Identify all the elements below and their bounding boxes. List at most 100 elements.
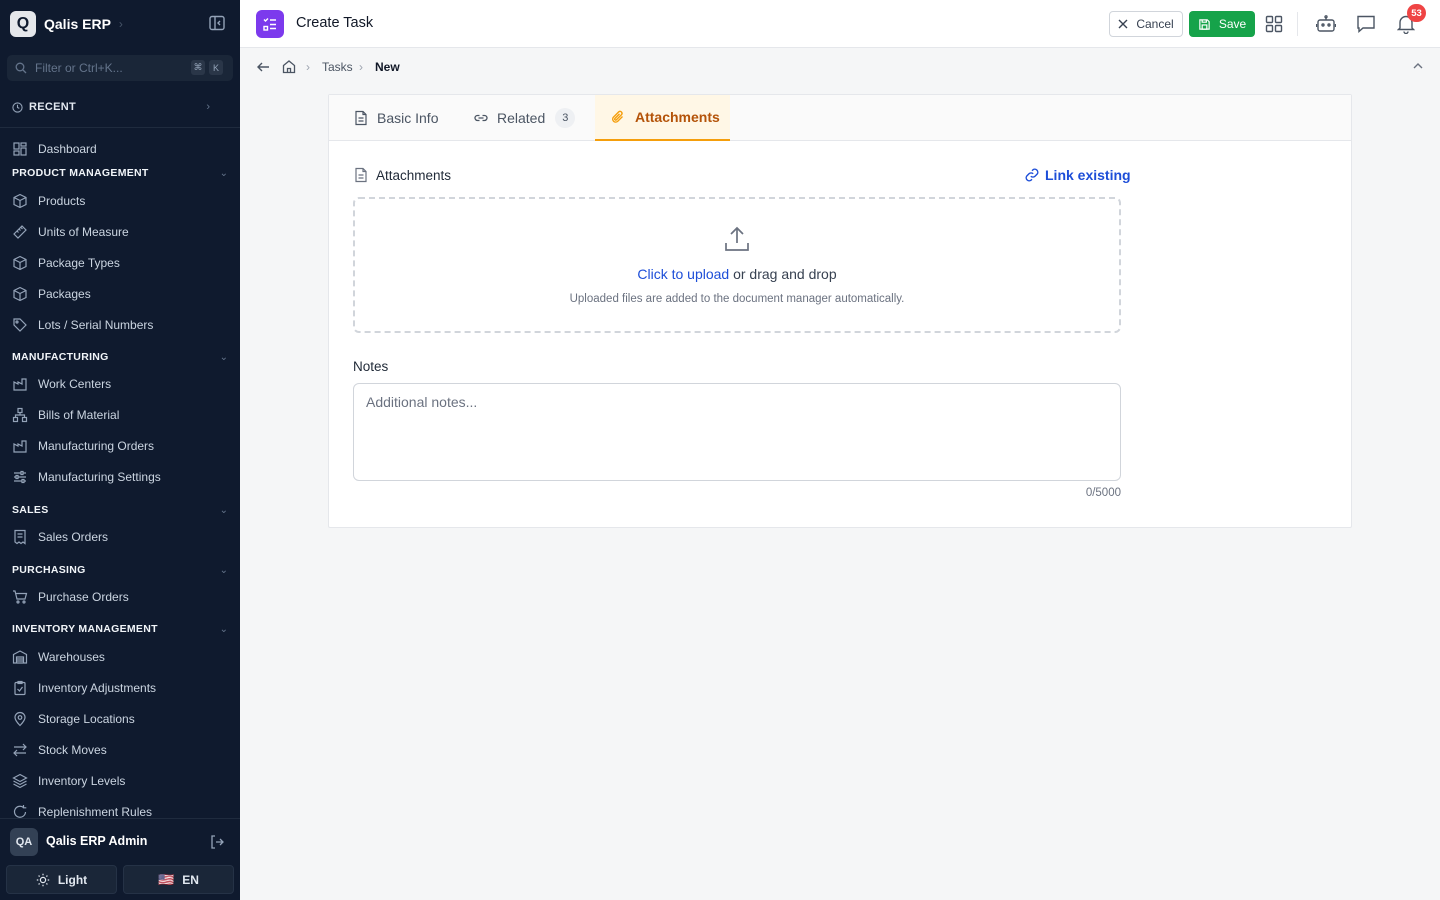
sidebar-item-stock-moves[interactable]: Stock Moves xyxy=(12,739,228,761)
box-icon xyxy=(13,193,27,209)
kbd-k: K xyxy=(209,60,223,75)
sidebar-item-work-centers[interactable]: Work Centers xyxy=(12,373,228,395)
clipboard-check-icon xyxy=(14,680,26,696)
sidebar-item-sales-orders[interactable]: Sales Orders xyxy=(12,526,228,548)
link-existing-button[interactable]: Link existing xyxy=(1024,167,1131,183)
save-label: Save xyxy=(1218,17,1247,31)
task-form-card: Basic Info Related 3 Attachments Attachm… xyxy=(328,94,1352,528)
kbd-cmd: ⌘ xyxy=(191,60,205,75)
box-icon xyxy=(13,255,27,271)
language-button[interactable]: 🇺🇸 EN xyxy=(123,865,234,894)
sidebar-item-storage-locations[interactable]: Storage Locations xyxy=(12,708,228,730)
apps-grid-icon[interactable] xyxy=(1265,15,1283,33)
tab-label: Attachments xyxy=(635,109,720,125)
sidebar-item-bills-of-material[interactable]: Bills of Material xyxy=(12,404,228,426)
sidebar-item-package-types[interactable]: Package Types xyxy=(12,252,228,274)
task-list-icon xyxy=(256,10,284,38)
chevron-right-icon: › xyxy=(206,101,210,113)
chat-icon[interactable] xyxy=(1356,14,1376,34)
sidebar-item-label: Inventory Adjustments xyxy=(38,681,157,695)
sidebar-item-label: Dashboard xyxy=(38,142,97,156)
language-label: EN xyxy=(182,872,199,887)
theme-label: Light xyxy=(57,872,88,887)
chevron-down-icon: ⌄ xyxy=(219,623,228,635)
user-name[interactable]: Qalis ERP Admin xyxy=(46,834,147,848)
section-product-management[interactable]: PRODUCT MANAGEMENT ⌄ xyxy=(12,165,228,181)
save-icon xyxy=(1199,18,1210,30)
bot-icon[interactable] xyxy=(1316,15,1336,33)
sun-icon xyxy=(36,873,50,886)
divider xyxy=(1297,12,1298,36)
sidebar-item-label: Manufacturing Orders xyxy=(38,439,155,453)
filter-input[interactable]: Filter or Ctrl+K... ⌘ K xyxy=(7,55,233,81)
sidebar-item-units-of-measure[interactable]: Units of Measure xyxy=(12,221,228,243)
sidebar-item-manufacturing-settings[interactable]: Manufacturing Settings xyxy=(12,466,228,488)
cancel-button[interactable]: Cancel xyxy=(1109,11,1183,37)
dashboard-icon xyxy=(13,142,27,156)
notes-textarea[interactable] xyxy=(353,383,1121,481)
save-button[interactable]: Save xyxy=(1189,11,1255,37)
upload-dropzone[interactable]: Click to upload or drag and drop Uploade… xyxy=(353,197,1121,333)
related-count-badge: 3 xyxy=(555,108,576,128)
sidebar-item-packages[interactable]: Packages xyxy=(12,283,228,305)
sidebar-item-dashboard[interactable]: Dashboard xyxy=(12,138,228,160)
document-icon xyxy=(355,167,367,183)
tab-bar: Basic Info Related 3 Attachments xyxy=(329,95,1351,141)
user-footer: QA Qalis ERP Admin Light 🇺🇸 EN xyxy=(0,818,240,900)
upload-hint: Uploaded files are added to the document… xyxy=(569,293,905,305)
arrows-swap-icon xyxy=(13,743,27,757)
attachments-title: Attachments xyxy=(376,167,452,183)
section-inventory-management[interactable]: INVENTORY MANAGEMENT ⌄ xyxy=(12,621,228,637)
search-icon xyxy=(15,62,27,74)
sidebar-item-label: Work Centers xyxy=(38,377,112,391)
theme-toggle-button[interactable]: Light xyxy=(6,865,117,894)
tab-attachments[interactable]: Attachments xyxy=(595,95,730,141)
notes-character-counter: 0/5000 xyxy=(1085,487,1121,499)
sidebar-item-manufacturing-orders[interactable]: Manufacturing Orders xyxy=(12,435,228,457)
page-title: Create Task xyxy=(296,15,374,31)
sidebar-item-inventory-adjustments[interactable]: Inventory Adjustments xyxy=(12,677,228,699)
receipt-icon xyxy=(14,529,26,545)
sidebar-item-label: Storage Locations xyxy=(38,712,135,726)
sidebar-item-label: Warehouses xyxy=(38,650,105,664)
link-existing-label: Link existing xyxy=(1045,167,1131,183)
sidebar-item-label: Package Types xyxy=(38,256,120,270)
factory-icon xyxy=(13,378,27,391)
arrow-left-icon[interactable] xyxy=(256,60,270,74)
recent-toggle[interactable]: RECENT › xyxy=(12,99,210,115)
sidebar-item-label: Replenishment Rules xyxy=(38,805,153,819)
section-label: MANUFACTURING xyxy=(12,351,109,363)
link-icon xyxy=(1025,168,1039,182)
recent-label: RECENT xyxy=(29,101,77,113)
section-label: INVENTORY MANAGEMENT xyxy=(12,623,158,635)
chevron-up-icon[interactable] xyxy=(1412,62,1424,70)
logout-icon[interactable] xyxy=(209,834,225,850)
sidebar-item-products[interactable]: Products xyxy=(12,190,228,212)
home-icon[interactable] xyxy=(282,59,296,74)
sidebar-item-lots-serial-numbers[interactable]: Lots / Serial Numbers xyxy=(12,314,228,336)
sidebar-item-warehouses[interactable]: Warehouses xyxy=(12,646,228,668)
breadcrumb-tasks[interactable]: Tasks xyxy=(322,60,353,74)
tab-basic-info[interactable]: Basic Info xyxy=(353,95,438,141)
brand-logo: Q xyxy=(10,11,36,37)
section-manufacturing[interactable]: MANUFACTURING ⌄ xyxy=(12,349,228,365)
tab-related[interactable]: Related 3 xyxy=(473,95,576,141)
document-icon xyxy=(355,110,367,126)
section-sales[interactable]: SALES ⌄ xyxy=(12,502,228,518)
section-purchasing[interactable]: PURCHASING ⌄ xyxy=(12,562,228,578)
sidebar-item-purchase-orders[interactable]: Purchase Orders xyxy=(12,586,228,608)
attachments-heading: Attachments xyxy=(354,167,451,183)
close-icon xyxy=(1118,19,1128,29)
us-flag-icon: 🇺🇸 xyxy=(158,871,175,887)
click-to-upload-link[interactable]: Click to upload xyxy=(637,266,729,282)
collapse-sidebar-icon[interactable] xyxy=(208,14,226,32)
brand-switcher[interactable]: Q Qalis ERP › xyxy=(10,10,123,38)
sidebar-item-label: Sales Orders xyxy=(38,530,109,544)
notes-label: Notes xyxy=(353,359,389,374)
breadcrumb-separator: › xyxy=(306,60,310,74)
sidebar-item-label: Inventory Levels xyxy=(38,774,126,788)
sidebar-item-inventory-levels[interactable]: Inventory Levels xyxy=(12,770,228,792)
avatar[interactable]: QA xyxy=(10,828,38,856)
sidebar-item-label: Products xyxy=(38,194,86,208)
breadcrumb: › Tasks › New xyxy=(240,48,1440,86)
